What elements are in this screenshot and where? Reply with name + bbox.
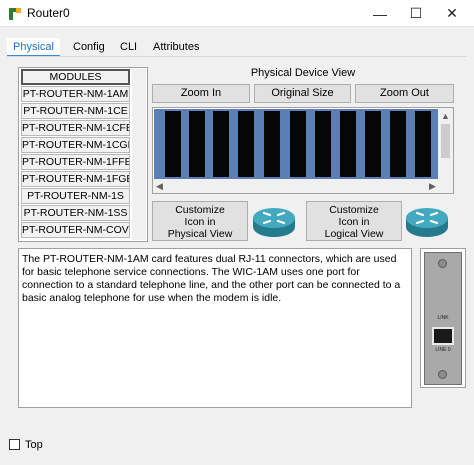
empty-slot[interactable]	[165, 111, 181, 177]
zoom-in-button[interactable]: Zoom In	[152, 84, 250, 103]
module-list[interactable]: MODULES PT-ROUTER-NM-1AM PT-ROUTER-NM-1C…	[18, 67, 148, 242]
top-checkbox-label: Top	[25, 439, 43, 451]
empty-slot[interactable]	[290, 111, 306, 177]
minimize-button[interactable]: —	[362, 0, 398, 27]
module-item[interactable]: PT-ROUTER-NM-1CGE	[21, 137, 130, 153]
router-icon	[253, 208, 295, 237]
scroll-right-icon[interactable]: ▶	[429, 180, 436, 192]
router-icon	[406, 208, 448, 237]
module-image: LINK LINE 0	[420, 248, 466, 388]
screw-icon	[438, 370, 447, 379]
link-label: LINK	[437, 315, 449, 321]
button-label-line: Icon in	[338, 216, 370, 228]
top-checkbox[interactable]	[9, 439, 20, 450]
button-label-line: Physical View	[167, 228, 233, 240]
empty-slot[interactable]	[213, 111, 229, 177]
tab-cli[interactable]: CLI	[114, 38, 143, 57]
line-label: LINE 0	[435, 347, 451, 353]
empty-slot[interactable]	[365, 111, 381, 177]
button-label-line: Icon in	[184, 216, 216, 228]
empty-slot[interactable]	[315, 111, 331, 177]
router-chassis	[154, 109, 438, 179]
module-card: LINK LINE 0	[424, 252, 462, 385]
module-item[interactable]: PT-ROUTER-NM-1AM	[21, 86, 130, 102]
maximize-icon: ☐	[409, 5, 423, 21]
screw-icon	[438, 259, 447, 268]
customize-physical-view-button[interactable]: Customize Icon in Physical View	[152, 201, 248, 241]
empty-slot[interactable]	[390, 111, 406, 177]
maximize-button[interactable]: ☐	[398, 0, 434, 27]
modules-header: MODULES	[21, 69, 130, 85]
empty-slot[interactable]	[415, 111, 431, 177]
scroll-thumb[interactable]	[441, 124, 450, 158]
device-view-canvas[interactable]: ▲ ◀ ▶	[152, 107, 454, 194]
button-label-line: Logical View	[324, 228, 384, 240]
empty-slot[interactable]	[238, 111, 254, 177]
button-label-line: Customize	[175, 204, 225, 216]
title-bar: Router0 — ☐ ✕	[0, 0, 474, 27]
device-view-vertical-scrollbar[interactable]: ▲	[438, 108, 453, 193]
zoom-out-button[interactable]: Zoom Out	[355, 84, 454, 103]
tab-physical[interactable]: Physical	[7, 38, 60, 57]
module-item[interactable]: PT-ROUTER-NM-1SS	[21, 205, 130, 221]
tab-config[interactable]: Config	[67, 38, 111, 57]
module-item[interactable]: PT-ROUTER-NM-1FFE	[21, 154, 130, 170]
module-item[interactable]: PT-ROUTER-NM-COVER	[21, 222, 130, 238]
device-view-horizontal-scrollbar[interactable]: ◀ ▶	[153, 179, 438, 193]
empty-slot[interactable]	[189, 111, 205, 177]
window-title: Router0	[27, 6, 70, 20]
button-label-line: Customize	[329, 204, 379, 216]
tab-attributes[interactable]: Attributes	[147, 38, 205, 57]
empty-slot[interactable]	[264, 111, 280, 177]
customize-logical-view-button[interactable]: Customize Icon in Logical View	[306, 201, 402, 241]
module-item[interactable]: PT-ROUTER-NM-1FGE	[21, 171, 130, 187]
close-icon: ✕	[446, 5, 458, 21]
module-item[interactable]: PT-ROUTER-NM-1CE	[21, 103, 130, 119]
original-size-button[interactable]: Original Size	[254, 84, 351, 103]
scroll-up-icon[interactable]: ▲	[441, 110, 450, 122]
rj11-port-icon	[432, 327, 454, 345]
scroll-left-icon[interactable]: ◀	[156, 180, 163, 192]
packet-tracer-icon	[9, 8, 21, 20]
module-item[interactable]: PT-ROUTER-NM-1S	[21, 188, 130, 204]
physical-device-view-title: Physical Device View	[250, 67, 356, 79]
module-list-scrollbar[interactable]	[132, 69, 146, 240]
module-description: The PT-ROUTER-NM-1AM card features dual …	[18, 248, 412, 408]
module-item[interactable]: PT-ROUTER-NM-1CFE	[21, 120, 130, 136]
minimize-icon: —	[373, 5, 387, 22]
empty-slot[interactable]	[340, 111, 356, 177]
close-button[interactable]: ✕	[434, 0, 470, 27]
